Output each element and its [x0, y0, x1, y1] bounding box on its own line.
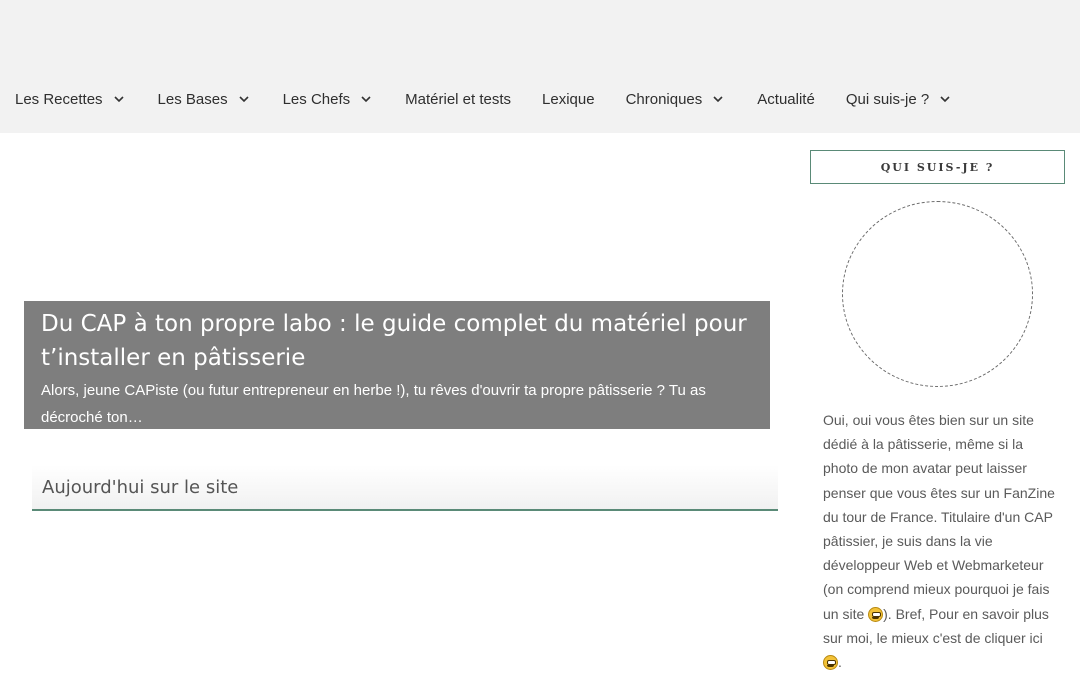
nav-item-label: Les Recettes: [15, 90, 103, 108]
avatar: [842, 201, 1033, 387]
nav-item-label: Actualité: [757, 90, 815, 108]
nav-item-lexique[interactable]: Lexique: [542, 91, 595, 108]
widget-title-text: QUI SUIS-JE ?: [880, 160, 995, 174]
site-header: Les Recettes Les Bases Les Chefs Matérie…: [0, 0, 1080, 133]
nav-item-chroniques[interactable]: Chroniques: [626, 91, 725, 108]
featured-post-excerpt: Alors, jeune CAPiste (ou futur entrepren…: [41, 382, 706, 426]
grinning-face-icon: [868, 606, 884, 622]
nav-item-label: Lexique: [542, 90, 595, 108]
bio-text-3: .: [838, 654, 842, 671]
nav-item-label: Qui suis-je ?: [845, 90, 930, 108]
chevron-down-icon: [939, 93, 951, 105]
chevron-down-icon: [113, 93, 125, 105]
chevron-down-icon: [712, 93, 724, 105]
author-bio: Oui, oui vous êtes bien sur un site dédi…: [823, 408, 1059, 674]
main-nav: Les Recettes Les Bases Les Chefs Matérie…: [0, 76, 951, 122]
section-heading-title: Aujourd'hui sur le site: [42, 476, 239, 498]
nav-item-les-chefs[interactable]: Les Chefs: [283, 91, 373, 108]
nav-item-label: Matériel et tests: [405, 90, 512, 108]
nav-item-label: Les Bases: [157, 90, 228, 108]
chevron-down-icon: [238, 93, 250, 105]
chevron-down-icon: [360, 93, 372, 105]
nav-item-label: Chroniques: [625, 90, 703, 108]
nav-item-les-bases[interactable]: Les Bases: [158, 91, 250, 108]
bio-text-1: Oui, oui vous êtes bien sur un site dédi…: [823, 412, 1055, 622]
nav-item-materiel-et-tests[interactable]: Matériel et tests: [405, 91, 511, 108]
featured-post[interactable]: Du CAP à ton propre labo : le guide comp…: [24, 301, 770, 429]
nav-item-actualite[interactable]: Actualité: [757, 91, 815, 108]
featured-post-title[interactable]: Du CAP à ton propre labo : le guide comp…: [41, 307, 753, 375]
nav-item-qui-suis-je[interactable]: Qui suis-je ?: [846, 91, 951, 108]
widget-title: QUI SUIS-JE ?: [810, 150, 1065, 184]
section-heading: Aujourd'hui sur le site: [32, 465, 778, 511]
grinning-face-icon: [823, 655, 838, 671]
nav-item-les-recettes[interactable]: Les Recettes: [15, 91, 125, 108]
nav-item-label: Les Chefs: [282, 90, 351, 108]
